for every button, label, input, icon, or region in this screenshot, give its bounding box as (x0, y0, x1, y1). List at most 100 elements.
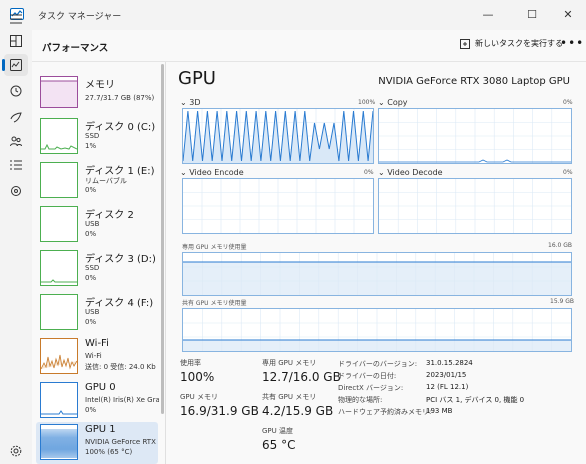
graph-label-copy: ⌄ Copy (378, 98, 408, 107)
close-button[interactable]: ✕ (548, 0, 586, 28)
details-icon[interactable] (4, 154, 28, 176)
run-new-task-button[interactable]: 新しいタスクを実行する (460, 38, 563, 49)
services-icon[interactable] (4, 180, 28, 202)
shared-memory-label: 共有 GPU メモリ (262, 393, 317, 401)
graph-label-shared-memory: 共有 GPU メモリ使用量 (182, 300, 247, 307)
disk-thumbnail (40, 206, 78, 242)
maximize-button[interactable]: ☐ (512, 0, 552, 28)
perf-item-value: 0% (85, 318, 97, 326)
perf-item-disk3[interactable]: ディスク 3 (D:) SSD 0% (36, 248, 158, 290)
perf-item-value: 0% (85, 274, 97, 282)
gpu-title: GPU (178, 68, 216, 89)
property-label: ドライバーのバージョン: (338, 360, 418, 368)
perf-item-value: 1% (85, 142, 97, 150)
perf-item-name: ディスク 1 (E:) (85, 166, 155, 177)
performance-icon[interactable] (2, 54, 28, 76)
property-value: 2023/01/15 (426, 371, 467, 379)
perf-item-disk1[interactable]: ディスク 1 (E:) リムーバブル 0% (36, 160, 158, 202)
perf-item-value: 0% (85, 406, 97, 414)
perf-item-sub: Wi-Fi (85, 352, 102, 360)
perf-list-scrollbar[interactable] (161, 64, 164, 414)
perf-item-gpu0[interactable]: GPU 0 Intel(R) Iris(R) Xe Gra 0% (36, 380, 159, 422)
disk-thumbnail (40, 250, 78, 286)
perf-item-name: GPU 1 (85, 424, 116, 435)
perf-item-value: 0% (85, 230, 97, 238)
graph-3d (182, 108, 374, 164)
perf-item-name: ディスク 3 (D:) (85, 254, 156, 265)
property-value: 31.0.15.2824 (426, 359, 473, 367)
graph-max-copy: 0% (563, 99, 573, 106)
perf-item-sub: USB (85, 220, 100, 228)
property-label: ハードウェア予約済みメモリ: (338, 408, 432, 416)
startup-icon[interactable] (4, 106, 28, 128)
property-value: 193 MB (426, 407, 453, 415)
performance-list: メモリ 27.7/31.7 GB (87%) ディスク 0 (C:) SSD 1… (32, 62, 166, 464)
shared-memory-value: 4.2/15.9 GB (262, 404, 334, 418)
title-bar: タスク マネージャー — ☐ ✕ (0, 0, 586, 30)
perf-item-name: GPU 0 (85, 382, 116, 393)
settings-icon[interactable] (4, 440, 28, 462)
run-task-label: 新しいタスクを実行する (475, 39, 563, 48)
perf-item-value: 100% (65 °C) (85, 448, 133, 456)
perf-item-name: メモリ (85, 80, 115, 91)
perf-item-gpu1[interactable]: GPU 1 NVIDIA GeForce RTX 100% (65 °C) (36, 422, 158, 464)
nav-rail (0, 14, 32, 464)
perf-item-sub: SSD (85, 264, 100, 272)
perf-item-disk4[interactable]: ディスク 4 (F:) USB 0% (36, 292, 158, 334)
graph-max-video-encode: 0% (364, 169, 374, 176)
graph-label-video-decode: ⌄ Video Decode (378, 168, 443, 177)
window-title: タスク マネージャー (38, 12, 122, 22)
perf-item-sub: Intel(R) Iris(R) Xe Gra (85, 396, 159, 404)
perf-item-name: ディスク 0 (C:) (85, 122, 156, 133)
perf-item-name: ディスク 4 (F:) (85, 298, 154, 309)
property-label: ドライバーの日付: (338, 372, 397, 380)
more-options-button[interactable]: ••• (560, 36, 584, 50)
run-task-icon (460, 38, 470, 49)
minimize-button[interactable]: — (468, 0, 508, 28)
users-icon[interactable] (4, 130, 28, 152)
graph-max-dedicated-memory: 16.0 GB (548, 242, 573, 249)
graph-label-video-encode: ⌄ Video Encode (180, 168, 244, 177)
graph-shared-memory (182, 308, 572, 352)
perf-item-disk2[interactable]: ディスク 2 USB 0% (36, 204, 158, 246)
page-title: パフォーマンス (42, 43, 109, 54)
gpu-memory-label: GPU メモリ (180, 393, 218, 401)
gpu-temperature-value: 65 °C (262, 438, 296, 452)
property-label: DirectX バージョン: (338, 384, 404, 392)
gpu-thumbnail (40, 382, 78, 418)
dedicated-memory-value: 12.7/16.0 GB (262, 370, 341, 384)
property-value: 12 (FL 12.1) (426, 383, 469, 391)
perf-item-sub: リムーバブル (85, 177, 127, 185)
hamburger-icon[interactable] (4, 8, 28, 30)
perf-item-value: 0% (85, 186, 97, 194)
history-icon[interactable] (4, 80, 28, 102)
property-label: 物理的な場所: (338, 396, 383, 404)
graph-max-3d: 100% (358, 99, 376, 106)
perf-item-disk0[interactable]: ディスク 0 (C:) SSD 1% (36, 116, 158, 158)
graph-video-encode (182, 178, 374, 234)
perf-item-wifi[interactable]: Wi-Fi Wi-Fi 送信: 0 受信: 24.0 Kb (36, 336, 158, 378)
perf-item-value: 送信: 0 受信: 24.0 Kb (85, 363, 156, 371)
utilization-value: 100% (180, 370, 215, 384)
perf-item-sub: 27.7/31.7 GB (87%) (85, 94, 155, 102)
perf-item-sub: SSD (85, 132, 100, 140)
gpu-detail-panel: GPU NVIDIA GeForce RTX 3080 Laptop GPU ⌄… (166, 62, 586, 464)
wifi-thumbnail (40, 338, 78, 374)
property-value: PCI バス 1, デバイス 0, 機能 0 (426, 396, 525, 404)
graph-dedicated-memory (182, 252, 572, 296)
graph-max-video-decode: 0% (563, 169, 573, 176)
graph-max-shared-memory: 15.9 GB (550, 298, 575, 305)
dedicated-memory-label: 専用 GPU メモリ (262, 359, 317, 367)
graph-copy (378, 108, 572, 164)
gpu-temperature-label: GPU 温度 (262, 427, 293, 435)
memory-thumbnail (40, 76, 78, 108)
processes-icon[interactable] (4, 30, 28, 52)
utilization-label: 使用率 (180, 359, 201, 367)
gpu-thumbnail (40, 424, 78, 460)
disk-thumbnail (40, 162, 78, 198)
disk-thumbnail (40, 294, 78, 330)
disk-thumbnail (40, 118, 78, 154)
gpu-memory-value: 16.9/31.9 GB (180, 404, 259, 418)
perf-item-name: Wi-Fi (85, 338, 109, 349)
perf-item-memory[interactable]: メモリ 27.7/31.7 GB (87%) (36, 74, 158, 116)
